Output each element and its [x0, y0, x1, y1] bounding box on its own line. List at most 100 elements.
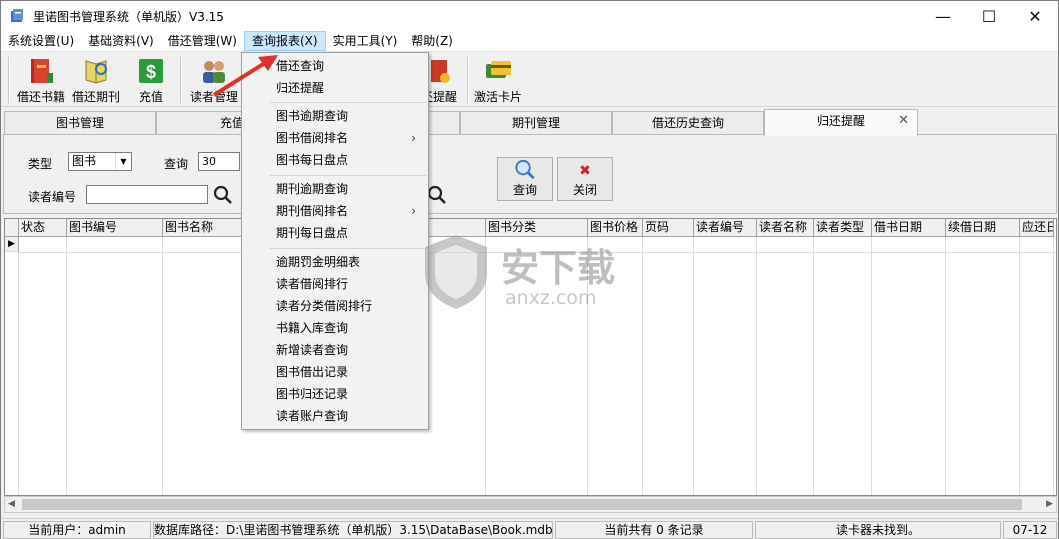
card-icon: [486, 61, 511, 78]
tab-journal-management[interactable]: 期刊管理: [460, 111, 612, 135]
menu-system-settings[interactable]: 系统设置(U): [1, 31, 81, 51]
menu-item-book-stock-in[interactable]: 书籍入库查询: [242, 317, 428, 339]
tab-borrow-history[interactable]: 借还历史查询: [612, 111, 764, 135]
book-app-icon: [11, 9, 23, 22]
query-report-menu: 借还查询 归还提醒 图书逾期查询 图书借阅排名 › 图书每日盘点 期刊逾期查询 …: [241, 52, 429, 430]
menu-item-book-daily-inventory[interactable]: 图书每日盘点: [242, 149, 428, 171]
menu-help[interactable]: 帮助(Z): [404, 31, 460, 51]
submenu-arrow-icon: ›: [411, 204, 416, 218]
table-column: [1020, 237, 1054, 495]
menu-item-book-overdue[interactable]: 图书逾期查询: [242, 105, 428, 127]
col-due-date[interactable]: 应还日: [1020, 219, 1054, 237]
scroll-left-icon[interactable]: ◀: [8, 497, 15, 512]
menu-item-book-ranking-label: 图书借阅排名: [276, 131, 349, 145]
menu-item-overdue-fines[interactable]: 逾期罚金明细表: [242, 251, 428, 273]
menu-item-journal-overdue[interactable]: 期刊逾期查询: [242, 178, 428, 200]
svg-text:$: $: [146, 62, 156, 82]
toolbar-separator: [180, 57, 182, 103]
red-book-icon: [31, 59, 53, 83]
query-button-label: 查询: [512, 183, 537, 197]
menu-item-journal-ranking[interactable]: 期刊借阅排名 ›: [242, 200, 428, 222]
col-status[interactable]: 状态: [19, 219, 67, 237]
horizontal-scrollbar[interactable]: ◀ ▶: [4, 496, 1057, 513]
table-column: [946, 237, 1020, 495]
chevron-down-icon: ▼: [115, 153, 131, 170]
search-icon[interactable]: [426, 184, 448, 206]
menu-utilities[interactable]: 实用工具(Y): [326, 31, 405, 51]
tab-strip: 图书管理 充值 期刊管理 借还历史查询 归还提醒 ✕: [1, 109, 1058, 136]
toolbar-separator: [467, 57, 469, 103]
menu-query-report[interactable]: 查询报表(X): [243, 31, 326, 51]
activate-card-button[interactable]: 激活卡片: [472, 55, 524, 105]
menu-separator: [270, 102, 426, 103]
menu-item-new-readers[interactable]: 新增读者查询: [242, 339, 428, 361]
table-column: [19, 237, 67, 495]
status-card-reader: 读卡器未找到。: [755, 521, 1001, 539]
scroll-thumb[interactable]: [22, 499, 1022, 510]
borrow-journal-button[interactable]: 借还期刊: [69, 55, 123, 105]
tab-close-icon[interactable]: ✕: [898, 110, 909, 132]
status-db-path: 数据库路径：D:\里诺图书管理系统（单机版）3.15\DataBase\Book…: [153, 521, 553, 539]
scroll-right-icon[interactable]: ▶: [1046, 497, 1053, 512]
tab-book-management[interactable]: 图书管理: [4, 111, 156, 135]
title-bar: 里诺图书管理系统（单机版）V3.15 — ☐ ✕: [1, 1, 1058, 31]
borrow-book-label: 借还书籍: [16, 90, 65, 104]
row-indicator-icon[interactable]: ▶: [5, 237, 19, 252]
toolbar-separator: [8, 57, 10, 103]
menu-item-reader-category-ranking[interactable]: 读者分类借阅排行: [242, 295, 428, 317]
table-column: [757, 237, 814, 495]
app-window: 里诺图书管理系统（单机版）V3.15 — ☐ ✕ 系统设置(U) 基础资料(V)…: [0, 0, 1059, 539]
table-column: [694, 237, 757, 495]
type-select-value: 图书: [72, 154, 97, 168]
watermark: 安下载 anxz.com: [421, 233, 651, 313]
watermark-text: 安下载: [501, 246, 616, 290]
menu-item-book-lend-records[interactable]: 图书借出记录: [242, 361, 428, 383]
menu-item-reader-account[interactable]: 读者账户查询: [242, 405, 428, 427]
table-column: [67, 237, 163, 495]
menu-item-journal-ranking-label: 期刊借阅排名: [276, 204, 349, 218]
query-label: 查询: [164, 157, 189, 171]
recharge-label: 充值: [138, 90, 163, 104]
status-record-count: 当前共有 0 条记录: [555, 521, 753, 539]
menu-borrow-return[interactable]: 借还管理(W): [161, 31, 244, 51]
tab-return-reminder[interactable]: 归还提醒 ✕: [764, 109, 918, 136]
row-header-corner: [5, 219, 19, 237]
menu-item-reader-ranking[interactable]: 读者借阅排行: [242, 273, 428, 295]
minimize-button[interactable]: —: [920, 1, 966, 31]
query-days-input[interactable]: 30: [198, 152, 240, 171]
shield-logo-icon: [425, 235, 487, 309]
col-book-id[interactable]: 图书编号: [67, 219, 163, 237]
menu-separator: [270, 175, 426, 176]
menu-item-book-return-records[interactable]: 图书归还记录: [242, 383, 428, 405]
close-icon: ✖: [579, 163, 591, 179]
table-column: [872, 237, 946, 495]
status-date: 07-12: [1003, 521, 1057, 539]
menu-basic-data[interactable]: 基础资料(V): [81, 31, 161, 51]
col-borrow-date[interactable]: 借书日期: [872, 219, 946, 237]
type-label: 类型: [28, 157, 53, 171]
table-column: [814, 237, 872, 495]
recharge-button[interactable]: $ 充值: [133, 55, 169, 105]
menu-item-journal-daily-inventory[interactable]: 期刊每日盘点: [242, 222, 428, 244]
close-panel-label: 关闭: [572, 183, 597, 197]
type-select[interactable]: 图书 ▼: [68, 152, 132, 171]
search-icon[interactable]: [212, 184, 234, 206]
journal-icon: [85, 60, 107, 84]
close-panel-button[interactable]: ✖ 关闭: [557, 157, 613, 201]
col-reader-name[interactable]: 读者名称: [757, 219, 814, 237]
dollar-icon: $: [139, 59, 163, 83]
status-bar: 当前用户：admin 数据库路径：D:\里诺图书管理系统（单机版）3.15\Da…: [1, 518, 1058, 539]
table-column: [5, 237, 19, 495]
menu-separator: [270, 248, 426, 249]
submenu-arrow-icon: ›: [411, 131, 416, 145]
menu-item-book-ranking[interactable]: 图书借阅排名 ›: [242, 127, 428, 149]
borrow-book-button[interactable]: 借还书籍: [15, 55, 67, 105]
col-renew-date[interactable]: 续借日期: [946, 219, 1020, 237]
col-reader-id[interactable]: 读者编号: [694, 219, 757, 237]
col-reader-type[interactable]: 读者类型: [814, 219, 872, 237]
query-button[interactable]: 查询: [497, 157, 553, 201]
close-button[interactable]: ✕: [1012, 1, 1058, 31]
maximize-button[interactable]: ☐: [966, 1, 1012, 31]
reader-id-input[interactable]: [86, 185, 208, 204]
borrow-journal-label: 借还期刊: [71, 90, 120, 104]
